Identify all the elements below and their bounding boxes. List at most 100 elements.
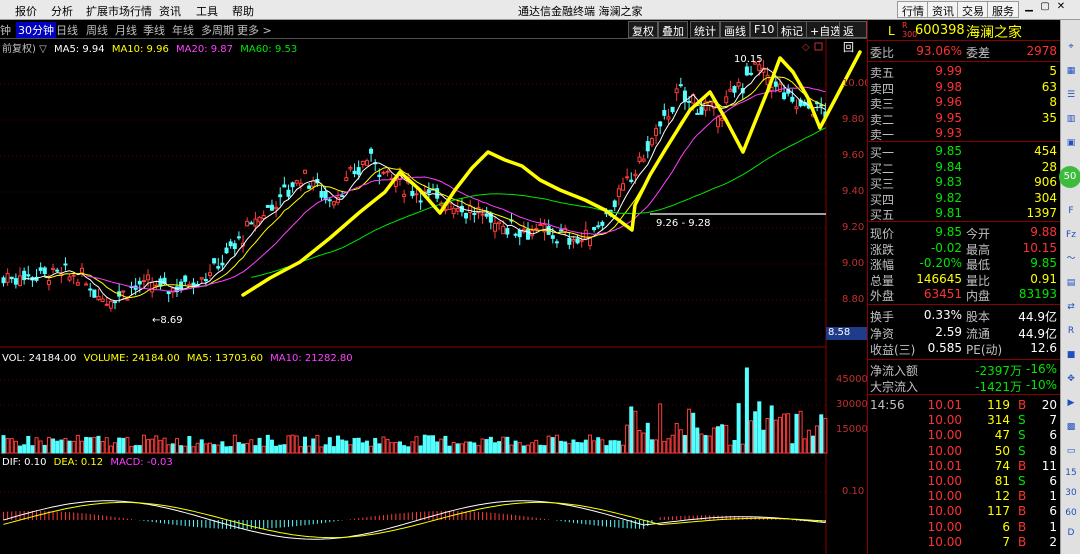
volume-bar [439,438,444,454]
volume-bar [385,438,390,454]
volume-bar [509,444,514,454]
grid-icon[interactable]: ▦ [1064,64,1078,78]
tick-price: 10.00 [927,504,962,519]
volume-bar [315,434,320,454]
candle-body [501,225,506,235]
volume-bar [30,445,35,454]
volume-bar [786,413,791,454]
ask-row[interactable]: 卖一 9.93 [868,126,1061,142]
close-icon[interactable]: ✕ [1054,1,1068,17]
volume-bar [658,403,663,454]
bid-row[interactable]: 买三 9.83 906 [868,175,1061,191]
ask-row[interactable]: 卖三 9.96 8 [868,95,1061,111]
volume-bar [542,445,547,454]
candlestick-chart[interactable]: ◇ [0,0,867,554]
volume-bar [274,445,279,454]
period-day-icon[interactable]: D [1064,526,1078,540]
tick-price: 10.00 [927,443,962,458]
compare-icon[interactable]: ⇄ [1064,300,1078,314]
ask-row[interactable]: 卖五 9.99 5 [868,64,1061,80]
volume-bar [753,411,758,454]
doc-icon[interactable]: ▤ [1064,276,1078,290]
stat-label: 最低 [966,258,991,272]
zoom-icon[interactable]: ▩ [1064,420,1078,434]
f-icon[interactable]: F [1064,204,1078,218]
volume-bar [736,403,741,454]
volume-bar [823,417,828,454]
maximize-icon[interactable]: ▢ [1038,1,1052,17]
ask-label: 卖三 [870,97,895,111]
candle-body [534,228,539,231]
candle-body [497,221,502,225]
candle-body [492,222,497,232]
score-badge[interactable]: 50 [1059,166,1080,188]
top-button-service[interactable]: 服务 [987,1,1019,18]
candle-body [790,96,795,102]
volume-bar [674,422,679,454]
volume-bar [236,442,241,454]
rsi-icon[interactable]: R [1064,324,1078,338]
period-60-icon[interactable]: 60 [1064,506,1078,520]
volume-bar [183,445,188,454]
arrow-icon[interactable]: ▶ [1064,396,1078,410]
macd-line [3,500,826,540]
volume-bar [364,440,369,454]
candle-body [51,267,56,270]
top-button-news[interactable]: 资讯 [927,1,959,18]
volume-bar [199,439,204,454]
top-button-quotes[interactable]: 行情 [897,1,929,18]
volume-bar [249,439,254,454]
screen-icon[interactable]: ▭ [1064,444,1078,458]
candle-body [728,88,733,92]
fundamental-value: 0.585 [927,341,962,355]
volume-bar [670,434,675,454]
tick-side: B [1018,504,1027,519]
candle-body [616,188,621,198]
volume-bar [84,436,89,454]
move-icon[interactable]: ✥ [1064,372,1078,386]
volume-bar [678,429,683,454]
minimize-icon[interactable]: ▁ [1022,1,1036,17]
list-icon[interactable]: ☰ [1064,88,1078,102]
candle-body [749,72,754,75]
stat-value: 63451 [923,287,962,301]
volume-bar [447,445,452,454]
bid-row[interactable]: 买五 9.81 1397 [868,206,1061,222]
chart-icon[interactable]: ⌖ [1064,40,1078,54]
square-icon[interactable]: ■ [1064,348,1078,362]
candle-body [464,212,469,219]
wave-icon[interactable]: 〜 [1064,252,1078,266]
tick-count: 6 [1049,504,1057,519]
candle-body [447,202,452,210]
candle-body [183,275,188,282]
volume-bar [530,442,535,454]
volume-bar [724,424,729,454]
candle-body [526,229,531,240]
volume-bar [278,444,283,454]
stat-label: 涨幅 [870,258,895,272]
ask-row[interactable]: 卖二 9.95 35 [868,111,1061,127]
candle-body [654,128,659,136]
volume-bar [302,436,307,454]
ask-row[interactable]: 卖四 9.98 63 [868,80,1061,96]
volume-bar [422,434,427,454]
period-15-icon[interactable]: 15 [1064,466,1078,480]
window-icon[interactable]: ▣ [1064,136,1078,150]
top-button-trade[interactable]: 交易 [957,1,989,18]
ma20-label: MA20: 9.87 [176,44,234,55]
volume-bar [480,438,485,454]
bars-icon[interactable]: ▥ [1064,112,1078,126]
volume-bar [563,441,568,454]
bid-row[interactable]: 买二 9.84 28 [868,160,1061,176]
flow-percent: -16% [1025,362,1057,376]
volume-bar [18,445,23,454]
period-30-icon[interactable]: 30 [1064,486,1078,500]
fz-icon[interactable]: Fz [1064,228,1078,242]
bid-row[interactable]: 买四 9.82 304 [868,191,1061,207]
candle-body [228,241,233,247]
volume-bar [600,439,605,454]
volume-bar [484,439,489,454]
candle-body [670,106,675,113]
bid-row[interactable]: 买一 9.85 454 [868,144,1061,160]
candle-body [92,289,97,298]
